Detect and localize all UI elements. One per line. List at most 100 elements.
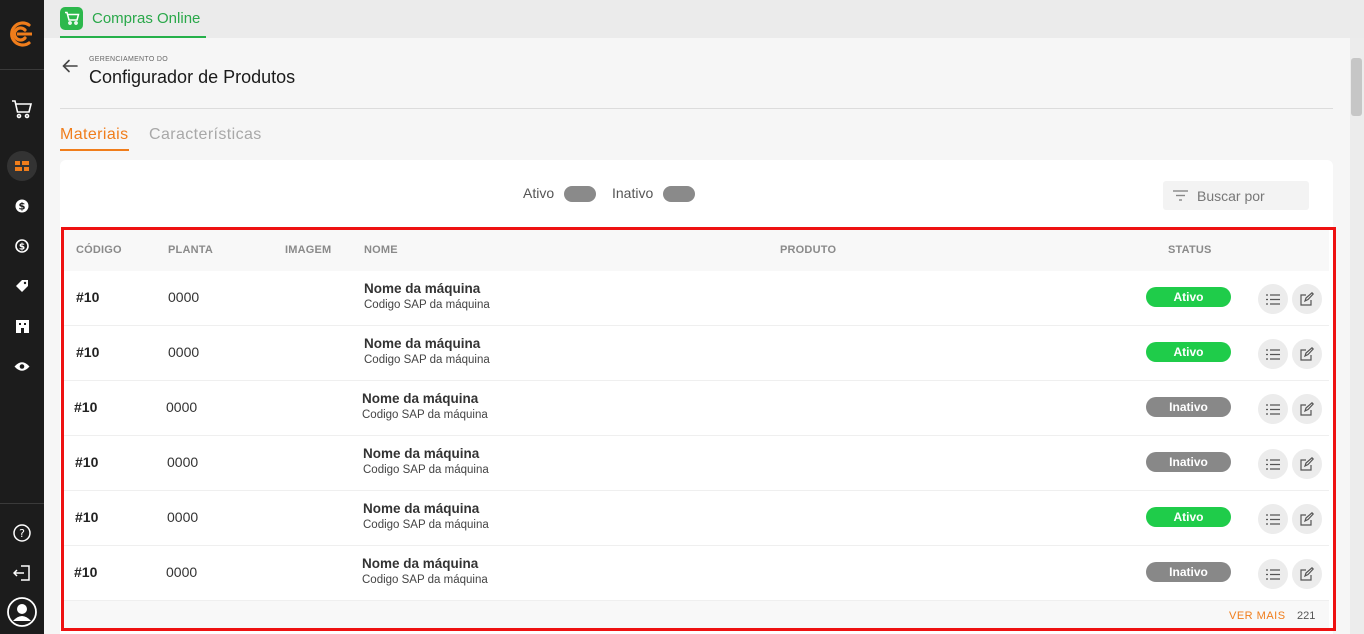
col-status: STATUS <box>1168 244 1212 256</box>
row-plant: 0000 <box>168 344 200 360</box>
row-plant: 0000 <box>168 289 200 305</box>
edit-icon <box>1300 567 1314 581</box>
table-row[interactable]: #10 0000 Nome da máquina Codigo SAP da m… <box>64 326 1329 381</box>
list-icon <box>1266 403 1280 415</box>
col-produto: PRODUTO <box>780 244 837 256</box>
svg-text:$: $ <box>19 202 26 213</box>
details-list-button[interactable] <box>1258 559 1288 589</box>
page-title: Configurador de Produtos <box>89 67 296 87</box>
tab-caracteristicas[interactable]: Características <box>149 126 262 144</box>
row-name: Nome da máquina <box>362 391 479 406</box>
cart-icon[interactable] <box>0 96 44 122</box>
edit-icon <box>1300 347 1314 361</box>
edit-button[interactable] <box>1292 504 1322 534</box>
sidebar-item-products[interactable] <box>0 150 44 182</box>
app-title: Compras Online <box>92 9 201 27</box>
list-icon <box>1266 513 1280 525</box>
status-badge: Inativo <box>1146 452 1231 472</box>
details-list-button[interactable] <box>1258 504 1288 534</box>
status-badge: Ativo <box>1146 342 1231 362</box>
exchange-icon[interactable]: $ <box>0 236 44 256</box>
edit-icon <box>1300 402 1314 416</box>
edit-icon <box>1300 292 1314 306</box>
row-name: Nome da máquina <box>362 556 479 571</box>
page-scrollbar[interactable] <box>1350 38 1364 634</box>
col-codigo: CÓDIGO <box>76 244 122 256</box>
edit-button[interactable] <box>1292 449 1322 479</box>
back-arrow-icon[interactable] <box>62 58 78 77</box>
ver-mais-link[interactable]: VER MAIS <box>1229 610 1286 622</box>
row-sap-code: Codigo SAP da máquina <box>364 354 490 366</box>
row-plant: 0000 <box>167 454 199 470</box>
table-row[interactable]: #10 0000 Nome da máquina Codigo SAP da m… <box>64 491 1329 546</box>
logo-icon[interactable] <box>0 18 44 50</box>
search-placeholder: Buscar por <box>1197 187 1265 204</box>
details-list-button[interactable] <box>1258 284 1288 314</box>
svg-text:$: $ <box>19 243 25 253</box>
table-row[interactable]: #10 0000 Nome da máquina Codigo SAP da m… <box>64 436 1329 491</box>
row-sap-code: Codigo SAP da máquina <box>364 299 490 311</box>
row-code: #10 <box>76 344 100 360</box>
status-badge: Inativo <box>1146 562 1231 582</box>
row-sap-code: Codigo SAP da máquina <box>363 519 489 531</box>
details-list-button[interactable] <box>1258 339 1288 369</box>
filter-icon <box>1173 186 1188 205</box>
svg-text:?: ? <box>19 527 25 540</box>
table-header: CÓDIGO PLANTA IMAGEM NOME PRODUTO STATUS <box>64 230 1329 271</box>
edit-button[interactable] <box>1292 284 1322 314</box>
top-bar: Compras Online <box>44 0 1364 38</box>
header-divider <box>60 108 1333 109</box>
status-badge: Inativo <box>1146 397 1231 417</box>
sidebar-divider-bottom <box>0 503 44 504</box>
details-list-button[interactable] <box>1258 394 1288 424</box>
logout-icon[interactable] <box>0 562 44 584</box>
filter-inactive-toggle[interactable] <box>663 186 695 202</box>
table-row[interactable]: #10 0000 Nome da máquina Codigo SAP da m… <box>64 271 1329 326</box>
products-icon <box>7 151 37 181</box>
table-row[interactable]: #10 0000 Nome da máquina Codigo SAP da m… <box>64 546 1329 601</box>
edit-icon <box>1300 512 1314 526</box>
row-code: #10 <box>75 454 99 470</box>
row-plant: 0000 <box>166 399 198 415</box>
main-content: GERENCIAMENTO DO Configurador de Produto… <box>44 38 1350 634</box>
row-sap-code: Codigo SAP da máquina <box>362 574 488 586</box>
filter-active-label: Ativo <box>523 185 555 201</box>
list-icon <box>1266 568 1280 580</box>
edit-button[interactable] <box>1292 559 1322 589</box>
table-row[interactable]: #10 0000 Nome da máquina Codigo SAP da m… <box>64 381 1329 436</box>
scrollbar-thumb[interactable] <box>1351 58 1362 116</box>
search-box[interactable]: Buscar por <box>1163 181 1309 210</box>
status-badge: Ativo <box>1146 507 1231 527</box>
row-sap-code: Codigo SAP da máquina <box>362 409 488 421</box>
shopping-cart-icon <box>60 6 83 30</box>
col-nome: NOME <box>364 244 398 256</box>
col-imagem: IMAGEM <box>285 244 332 256</box>
edit-button[interactable] <box>1292 339 1322 369</box>
row-code: #10 <box>74 399 98 415</box>
list-icon <box>1266 293 1280 305</box>
filter-active-toggle[interactable] <box>564 186 596 202</box>
tag-icon[interactable] <box>0 276 44 296</box>
filter-inactive-label: Inativo <box>612 185 654 201</box>
list-icon <box>1266 348 1280 360</box>
status-badge: Ativo <box>1146 287 1231 307</box>
row-plant: 0000 <box>166 564 198 580</box>
row-plant: 0000 <box>167 509 199 525</box>
total-count: 221 <box>1297 610 1316 622</box>
dollar-icon[interactable]: $ <box>0 196 44 216</box>
row-sap-code: Codigo SAP da máquina <box>363 464 489 476</box>
user-avatar-icon[interactable] <box>0 596 44 628</box>
tab-materiais[interactable]: Materiais <box>60 126 129 151</box>
details-list-button[interactable] <box>1258 449 1288 479</box>
row-name: Nome da máquina <box>363 446 480 461</box>
row-name: Nome da máquina <box>364 281 481 296</box>
help-icon[interactable]: ? <box>0 522 44 544</box>
building-icon[interactable] <box>0 316 44 336</box>
row-code: #10 <box>75 509 99 525</box>
edit-icon <box>1300 457 1314 471</box>
app-tab-compras-online[interactable]: Compras Online <box>60 0 207 38</box>
edit-button[interactable] <box>1292 394 1322 424</box>
eye-icon[interactable] <box>0 356 44 376</box>
sidebar: $ $ ? <box>0 0 44 634</box>
sidebar-divider <box>0 69 44 70</box>
